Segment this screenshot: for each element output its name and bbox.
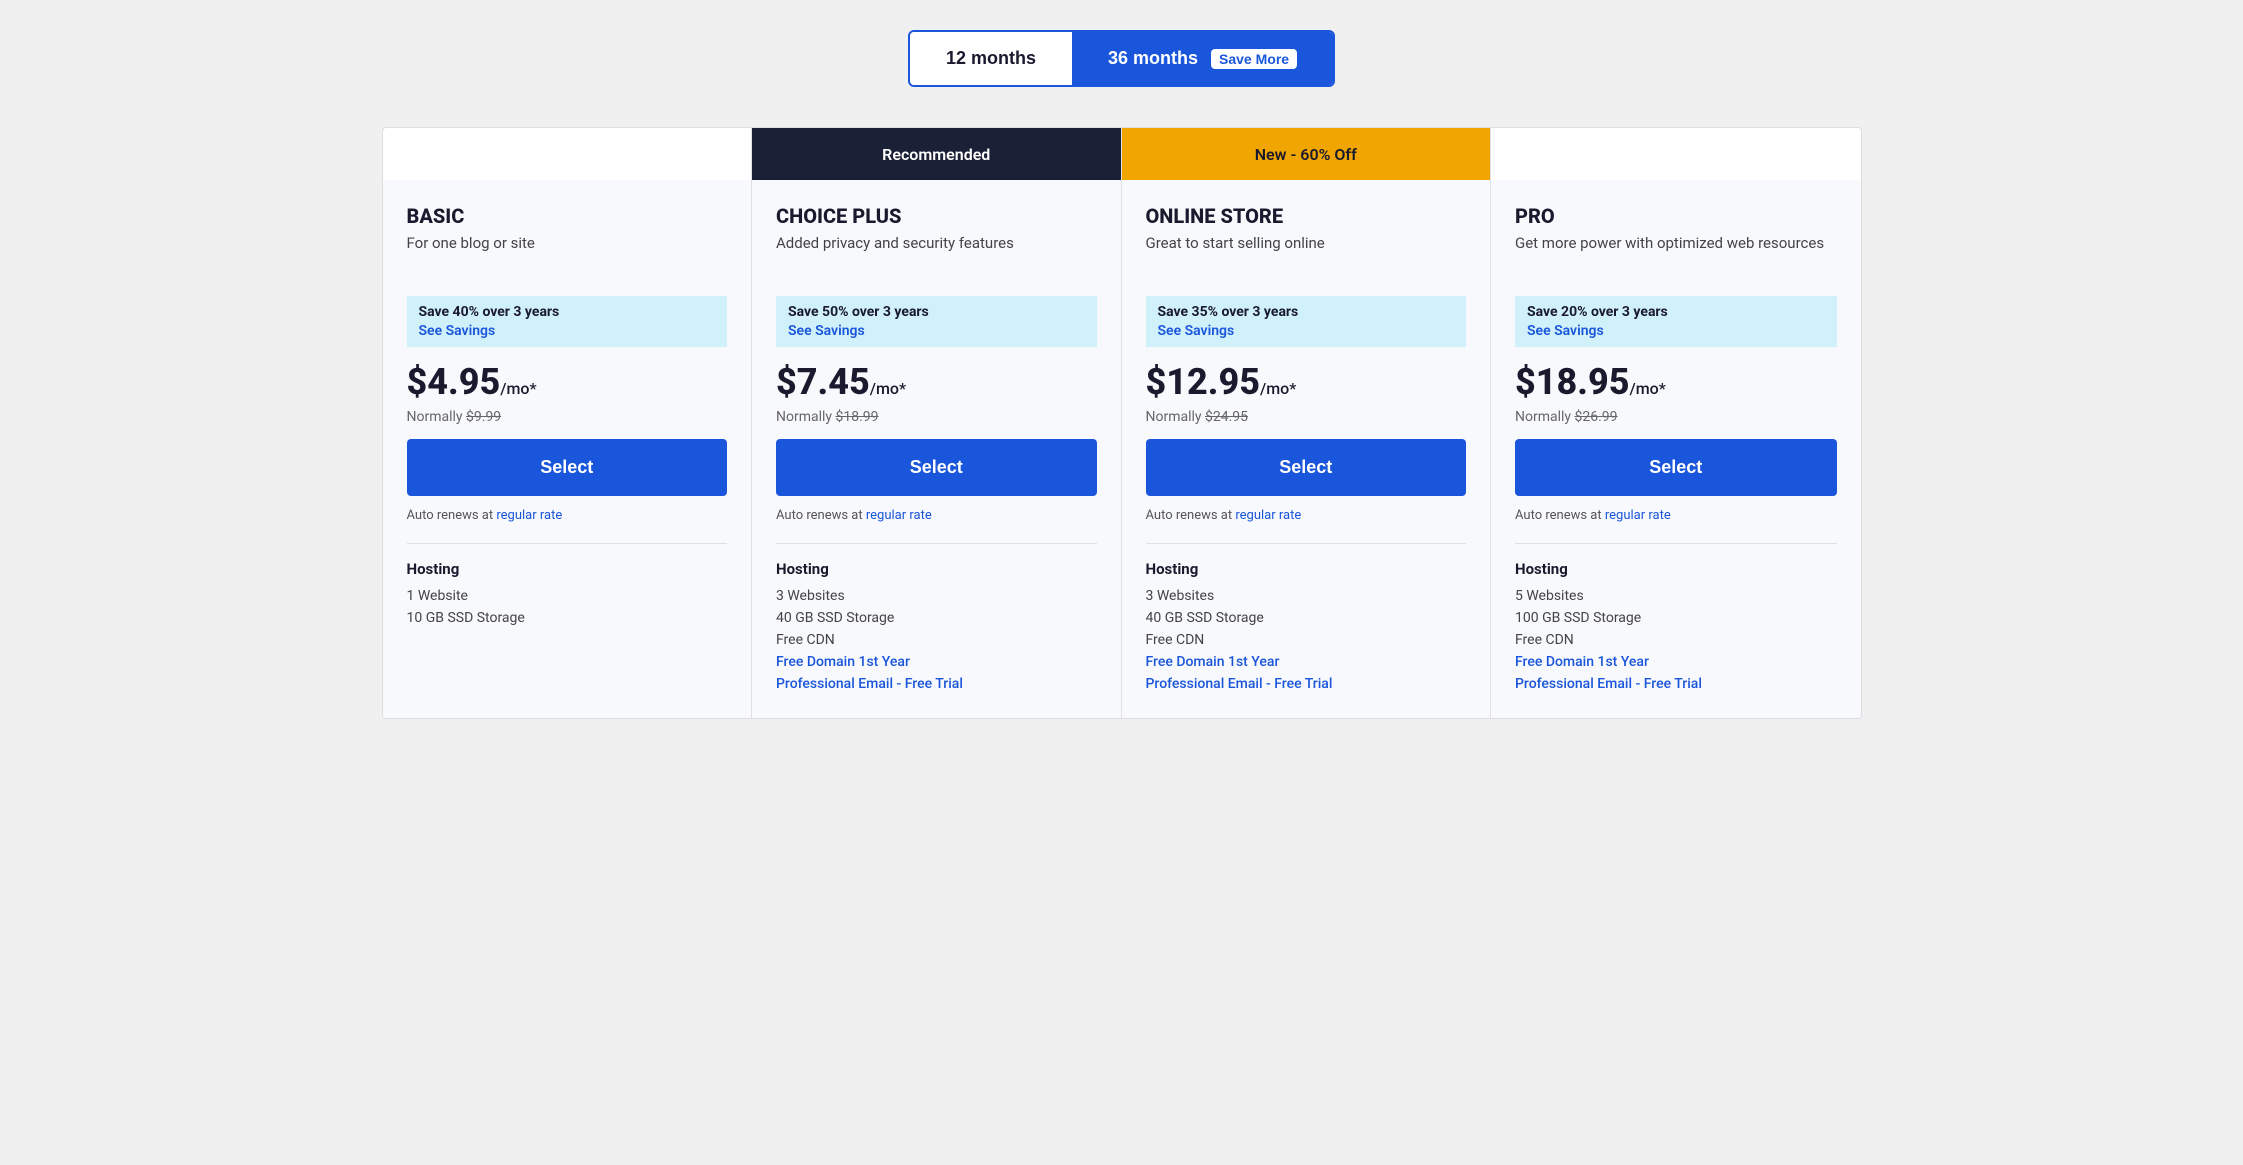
price-unit: /mo*: [1260, 379, 1296, 398]
normal-price: Normally $9.99: [407, 409, 728, 425]
plan-body-choice-plus: CHOICE PLUS Added privacy and security f…: [752, 180, 1121, 718]
save-more-badge: Save More: [1211, 49, 1297, 69]
select-button-choice-plus[interactable]: Select: [776, 439, 1097, 496]
savings-box: Save 35% over 3 years See Savings: [1146, 296, 1467, 347]
feature-item: 3 Websites: [776, 588, 1097, 604]
savings-box: Save 40% over 3 years See Savings: [407, 296, 728, 347]
plan-tagline: Get more power with optimized web resour…: [1515, 234, 1837, 276]
see-savings-link[interactable]: See Savings: [1158, 323, 1235, 339]
plan-banner-choice-plus: Recommended: [752, 128, 1121, 180]
price-unit: /mo*: [1629, 379, 1665, 398]
normal-price: Normally $18.99: [776, 409, 1097, 425]
savings-box: Save 50% over 3 years See Savings: [776, 296, 1097, 347]
select-button-pro[interactable]: Select: [1515, 439, 1837, 496]
hosting-title: Hosting: [1515, 560, 1837, 578]
price-section: $18.95/mo*: [1515, 361, 1837, 403]
select-button-basic[interactable]: Select: [407, 439, 728, 496]
hosting-title: Hosting: [407, 560, 728, 578]
feature-item: 5 Websites: [1515, 588, 1837, 604]
plan-banner-basic: [383, 128, 752, 180]
auto-renew: Auto renews at regular rate: [1515, 508, 1837, 523]
savings-text: Save 40% over 3 years: [419, 304, 716, 320]
plan-name: PRO: [1515, 204, 1837, 228]
price-amount: $18.95: [1515, 361, 1629, 403]
feature-item: Free Domain 1st Year: [776, 654, 1097, 670]
pricing-grid: BASIC For one blog or site Save 40% over…: [382, 127, 1862, 719]
feature-item: Professional Email - Free Trial: [1146, 676, 1467, 692]
feature-item: 100 GB SSD Storage: [1515, 610, 1837, 626]
price-section: $12.95/mo*: [1146, 361, 1467, 403]
plan-body-pro: PRO Get more power with optimized web re…: [1491, 180, 1861, 718]
feature-item: 3 Websites: [1146, 588, 1467, 604]
plan-body-basic: BASIC For one blog or site Save 40% over…: [383, 180, 752, 718]
feature-item: Free CDN: [1515, 632, 1837, 648]
plan-column-pro: PRO Get more power with optimized web re…: [1491, 128, 1861, 718]
feature-item: Professional Email - Free Trial: [1515, 676, 1837, 692]
plan-banner-pro: [1491, 128, 1861, 180]
savings-box: Save 20% over 3 years See Savings: [1515, 296, 1837, 347]
feature-item: 10 GB SSD Storage: [407, 610, 728, 626]
period-12-months[interactable]: 12 months: [910, 32, 1072, 85]
period-36-months[interactable]: 36 months Save More: [1072, 32, 1333, 85]
savings-text: Save 35% over 3 years: [1158, 304, 1455, 320]
feature-item: Free Domain 1st Year: [1515, 654, 1837, 670]
period-toggle: 12 months 36 months Save More: [908, 30, 1335, 87]
auto-renew: Auto renews at regular rate: [1146, 508, 1467, 523]
plan-tagline: Great to start selling online: [1146, 234, 1467, 276]
auto-renew: Auto renews at regular rate: [776, 508, 1097, 523]
price-amount: $12.95: [1146, 361, 1260, 403]
feature-item: 40 GB SSD Storage: [1146, 610, 1467, 626]
hosting-section: Hosting 3 Websites 40 GB SSD Storage Free …: [776, 543, 1097, 692]
hosting-section: Hosting 5 Websites 100 GB SSD Storage Free…: [1515, 543, 1837, 692]
feature-item: Free CDN: [776, 632, 1097, 648]
plan-tagline: For one blog or site: [407, 234, 728, 276]
feature-item: Free Domain 1st Year: [1146, 654, 1467, 670]
hosting-title: Hosting: [776, 560, 1097, 578]
feature-item: Free CDN: [1146, 632, 1467, 648]
see-savings-link[interactable]: See Savings: [1527, 323, 1604, 339]
auto-renew: Auto renews at regular rate: [407, 508, 728, 523]
plan-column-online-store: New - 60% Off ONLINE STORE Great to star…: [1122, 128, 1492, 718]
plan-banner-online-store: New - 60% Off: [1122, 128, 1491, 180]
price-amount: $7.45: [776, 361, 870, 403]
plan-tagline: Added privacy and security features: [776, 234, 1097, 276]
see-savings-link[interactable]: See Savings: [788, 323, 865, 339]
select-button-online-store[interactable]: Select: [1146, 439, 1467, 496]
plan-name: CHOICE PLUS: [776, 204, 1097, 228]
plan-name: ONLINE STORE: [1146, 204, 1467, 228]
feature-item: Professional Email - Free Trial: [776, 676, 1097, 692]
plan-body-online-store: ONLINE STORE Great to start selling onli…: [1122, 180, 1491, 718]
normal-price: Normally $24.95: [1146, 409, 1467, 425]
plan-column-basic: BASIC For one blog or site Save 40% over…: [383, 128, 753, 718]
plan-name: BASIC: [407, 204, 728, 228]
price-amount: $4.95: [407, 361, 501, 403]
price-section: $4.95/mo*: [407, 361, 728, 403]
price-unit: /mo*: [500, 379, 536, 398]
feature-item: 40 GB SSD Storage: [776, 610, 1097, 626]
price-unit: /mo*: [870, 379, 906, 398]
savings-text: Save 50% over 3 years: [788, 304, 1085, 320]
price-section: $7.45/mo*: [776, 361, 1097, 403]
hosting-section: Hosting 1 Website 10 GB SSD Storage: [407, 543, 728, 626]
feature-item: 1 Website: [407, 588, 728, 604]
savings-text: Save 20% over 3 years: [1527, 304, 1825, 320]
hosting-section: Hosting 3 Websites 40 GB SSD Storage Free …: [1146, 543, 1467, 692]
plan-column-choice-plus: Recommended CHOICE PLUS Added privacy an…: [752, 128, 1122, 718]
see-savings-link[interactable]: See Savings: [419, 323, 496, 339]
hosting-title: Hosting: [1146, 560, 1467, 578]
normal-price: Normally $26.99: [1515, 409, 1837, 425]
